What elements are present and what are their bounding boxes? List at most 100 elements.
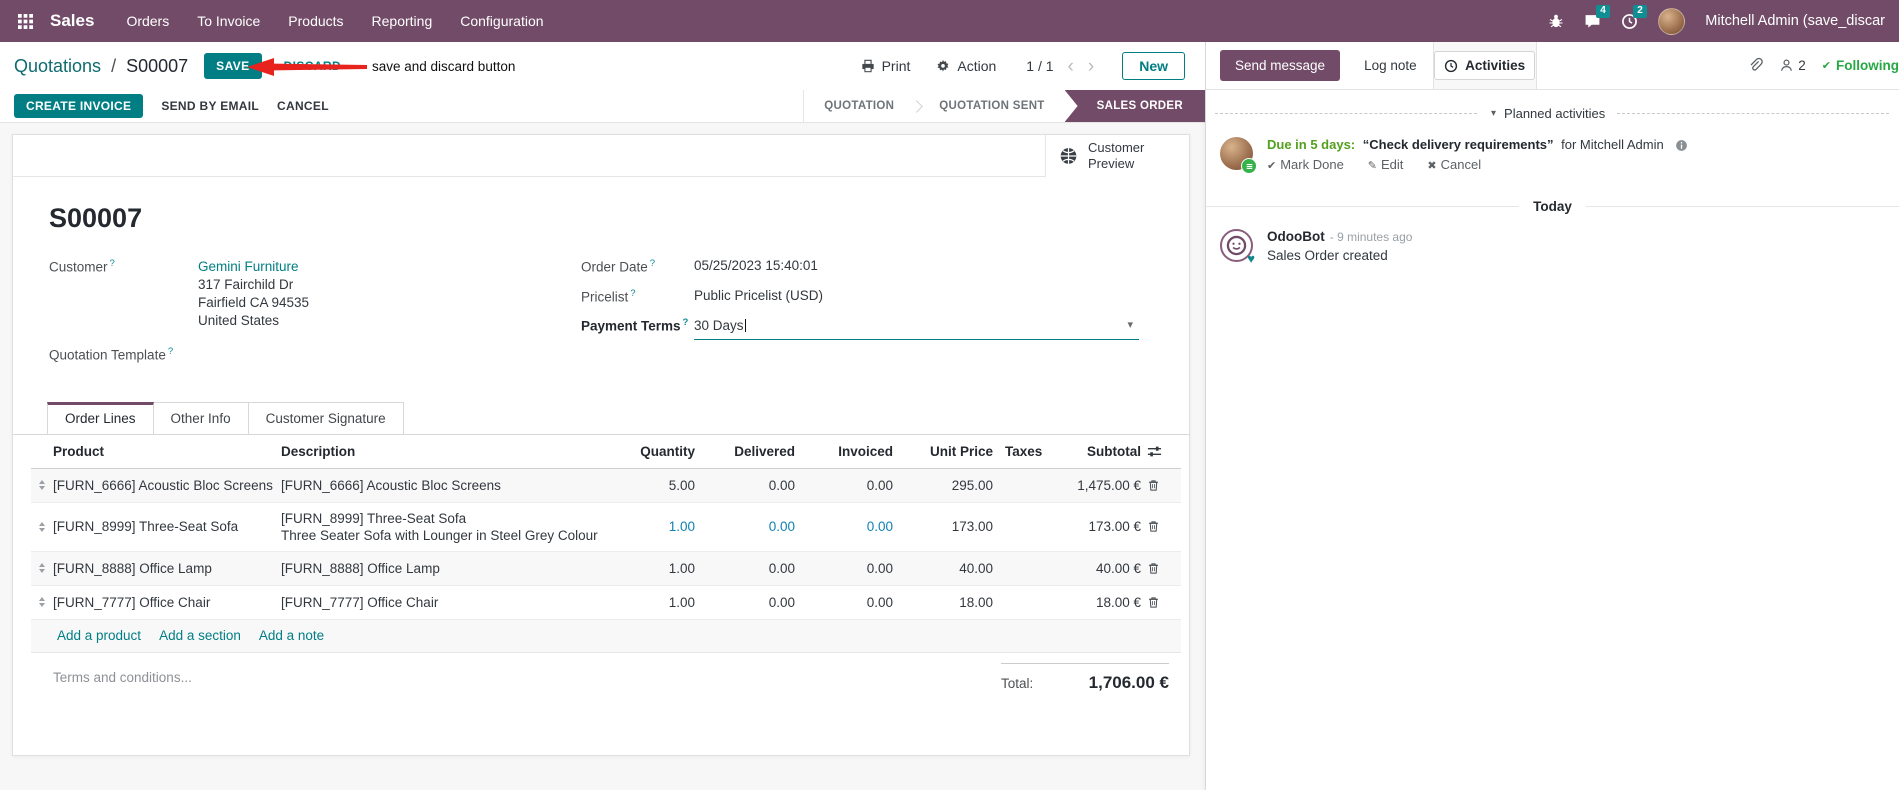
- send-by-email-button[interactable]: SEND BY EMAIL: [161, 99, 259, 113]
- debug-bug-icon[interactable]: [1548, 13, 1564, 29]
- messages-icon[interactable]: 4: [1584, 4, 1610, 30]
- message-timestamp: - 9 minutes ago: [1329, 230, 1413, 245]
- delete-row-icon[interactable]: [1147, 596, 1181, 609]
- menu-configuration[interactable]: Configuration: [446, 0, 557, 42]
- collapse-caret-icon[interactable]: ▾: [1491, 108, 1496, 119]
- add-a-note-link[interactable]: Add a note: [259, 628, 324, 643]
- table-row[interactable]: [FURN_8888] Office Lamp [FURN_8888] Offi…: [31, 551, 1181, 586]
- cancel-activity-button[interactable]: ✖ Cancel: [1427, 157, 1481, 172]
- pager-previous-icon[interactable]: ‹: [1068, 57, 1074, 76]
- chatter-topbar: Send message Log note Activities 2 ✔ Fol…: [1206, 42, 1899, 90]
- app-name[interactable]: Sales: [50, 11, 94, 31]
- breadcrumb: Quotations / S00007: [14, 56, 188, 77]
- optional-columns-icon[interactable]: [1147, 444, 1181, 459]
- stage-quotation-sent[interactable]: QUOTATION SENT: [919, 100, 1064, 112]
- menu-reporting[interactable]: Reporting: [358, 0, 447, 42]
- col-taxes[interactable]: Taxes: [999, 444, 1061, 459]
- add-a-product-link[interactable]: Add a product: [57, 628, 141, 643]
- top-navbar: Sales Orders To Invoice Products Reporti…: [0, 0, 1899, 42]
- menu-orders[interactable]: Orders: [112, 0, 183, 42]
- table-header-row: Product Description Quantity Delivered I…: [31, 435, 1181, 469]
- delete-row-icon[interactable]: [1147, 479, 1181, 492]
- drag-handle-icon[interactable]: [31, 563, 53, 573]
- delete-row-icon[interactable]: [1147, 520, 1181, 533]
- terms-and-conditions-placeholder[interactable]: Terms and conditions...: [53, 670, 192, 685]
- x-icon: ✖: [1427, 160, 1437, 173]
- delete-row-icon[interactable]: [1147, 562, 1181, 575]
- today-separator: Today: [1206, 199, 1899, 214]
- apps-menu-icon[interactable]: [10, 0, 40, 42]
- new-button[interactable]: New: [1122, 52, 1185, 80]
- planned-activities-label[interactable]: Planned activities: [1504, 106, 1605, 121]
- tab-other-info[interactable]: Other Info: [152, 401, 249, 435]
- total-label: Total:: [1001, 675, 1034, 691]
- dropdown-caret-icon[interactable]: ▾: [1127, 318, 1133, 331]
- order-date-value[interactable]: 05/25/2023 15:40:01: [694, 258, 818, 275]
- printer-icon: [861, 59, 875, 73]
- col-product[interactable]: Product: [53, 444, 281, 459]
- form-sheet: Customer Preview S00007 Customer? Gemini…: [12, 134, 1190, 756]
- payment-terms-input[interactable]: 30 Days ▾: [694, 317, 1139, 340]
- mark-done-button[interactable]: ✔ Mark Done: [1267, 157, 1344, 172]
- help-marker: ?: [682, 317, 689, 328]
- order-lines-table: Product Description Quantity Delivered I…: [31, 435, 1181, 653]
- send-message-button[interactable]: Send message: [1220, 50, 1341, 81]
- create-invoice-button[interactable]: CREATE INVOICE: [14, 94, 144, 118]
- followers-count: 2: [1798, 58, 1806, 73]
- pager-next-icon[interactable]: ›: [1088, 57, 1094, 76]
- user-avatar[interactable]: [1658, 7, 1686, 35]
- stage-quotation[interactable]: QUOTATION: [804, 100, 914, 112]
- cancel-button[interactable]: CANCEL: [277, 99, 329, 113]
- activities-button[interactable]: Activities: [1434, 51, 1536, 80]
- table-row[interactable]: [FURN_6666] Acoustic Bloc Screens [FURN_…: [31, 468, 1181, 503]
- col-description[interactable]: Description: [281, 444, 621, 459]
- breadcrumb-quotations-link[interactable]: Quotations: [14, 56, 101, 76]
- col-quantity[interactable]: Quantity: [621, 444, 701, 459]
- table-row[interactable]: [FURN_8999] Three-Seat Sofa [FURN_8999] …: [31, 503, 1181, 552]
- customer-value: Gemini Furniture 317 Fairchild Dr Fairfi…: [198, 258, 309, 330]
- pricelist-label: Pricelist?: [581, 287, 636, 305]
- customer-preview-button[interactable]: Customer Preview: [1045, 135, 1189, 177]
- customer-link[interactable]: Gemini Furniture: [198, 258, 309, 276]
- globe-icon: [1059, 146, 1078, 166]
- activity-due-text: Due in 5 days:: [1267, 137, 1356, 152]
- pricelist-value[interactable]: Public Pricelist (USD): [694, 288, 823, 305]
- table-row[interactable]: [FURN_7777] Office Chair [FURN_7777] Off…: [31, 586, 1181, 620]
- annotation-text: save and discard button: [372, 59, 516, 74]
- help-marker: ?: [630, 287, 636, 299]
- stage-sales-order-active[interactable]: SALES ORDER: [1064, 90, 1205, 122]
- totals-block: Total: 1,706.00 €: [1001, 662, 1169, 693]
- notebook: Order Lines Other Info Customer Signatur…: [13, 401, 1189, 435]
- app-menus: Orders To Invoice Products Reporting Con…: [112, 0, 557, 42]
- add-a-section-link[interactable]: Add a section: [159, 628, 241, 643]
- drag-handle-icon[interactable]: [31, 480, 53, 490]
- pager-counter: 1 / 1: [1026, 58, 1054, 74]
- activity-type-badge-icon: [1241, 158, 1257, 174]
- annotation-red-arrow: [247, 58, 367, 76]
- tab-order-lines[interactable]: Order Lines: [47, 401, 154, 435]
- breadcrumb-separator: /: [111, 55, 117, 76]
- menu-to-invoice[interactable]: To Invoice: [183, 0, 274, 42]
- followers-button[interactable]: 2: [1779, 58, 1806, 73]
- following-button[interactable]: ✔ Following: [1822, 58, 1899, 73]
- activities-clock-icon[interactable]: 2: [1621, 4, 1647, 30]
- edit-activity-button[interactable]: ✎ Edit: [1368, 157, 1404, 172]
- activity-summary: “Check delivery requirements”: [1362, 137, 1554, 152]
- action-button[interactable]: Action: [936, 58, 996, 74]
- drag-handle-icon[interactable]: [31, 521, 53, 532]
- following-check-icon: ✔: [1821, 60, 1831, 72]
- drag-handle-icon[interactable]: [31, 597, 53, 607]
- col-invoiced[interactable]: Invoiced: [801, 444, 899, 459]
- menu-products[interactable]: Products: [274, 0, 357, 42]
- col-delivered[interactable]: Delivered: [701, 444, 801, 459]
- record-title: S00007: [49, 203, 143, 233]
- log-note-button[interactable]: Log note: [1364, 58, 1417, 73]
- col-subtotal[interactable]: Subtotal: [1061, 444, 1147, 459]
- info-icon[interactable]: [1675, 137, 1688, 152]
- print-button[interactable]: Print: [861, 58, 910, 74]
- col-unit-price[interactable]: Unit Price: [899, 444, 999, 459]
- tab-customer-signature[interactable]: Customer Signature: [247, 401, 404, 435]
- attachments-paperclip-icon[interactable]: [1747, 57, 1763, 75]
- user-name[interactable]: Mitchell Admin (save_discar: [1705, 13, 1885, 29]
- table-footer-links: Add a product Add a section Add a note: [31, 619, 1181, 653]
